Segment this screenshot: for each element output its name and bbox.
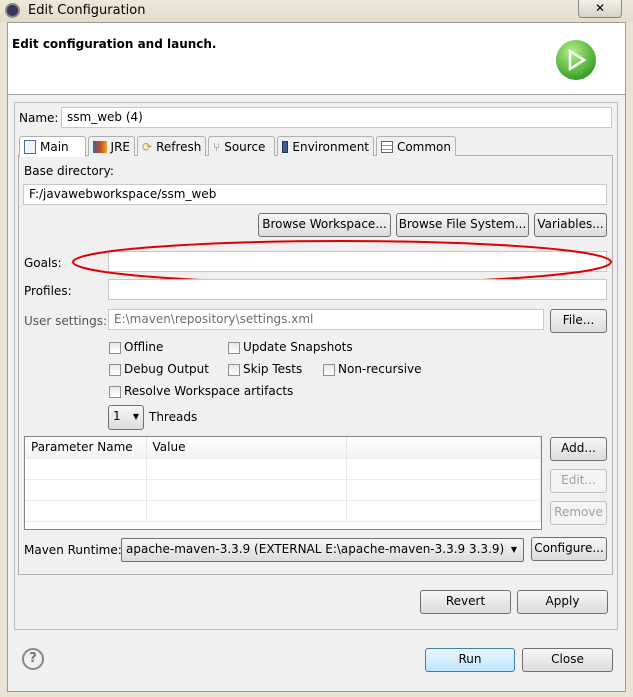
table-row bbox=[25, 500, 541, 522]
title-bar: Edit Configuration ✕ bbox=[0, 0, 633, 22]
variables-button[interactable]: Variables... bbox=[534, 213, 607, 237]
base-directory-label: Base directory: bbox=[24, 164, 114, 178]
threads-dropdown[interactable]: 1 ▼ bbox=[108, 405, 144, 430]
help-icon[interactable]: ? bbox=[22, 648, 44, 670]
maven-runtime-dropdown[interactable]: apache-maven-3.3.9 (EXTERNAL E:\apache-m… bbox=[121, 538, 524, 562]
name-label: Name: bbox=[19, 111, 59, 125]
tab-main[interactable]: Main bbox=[19, 136, 86, 157]
user-settings-input[interactable]: E:\maven\repository\settings.xml bbox=[108, 309, 544, 330]
run-launch-icon bbox=[556, 40, 596, 80]
tab-environment[interactable]: Environment bbox=[277, 136, 374, 156]
user-settings-label: User settings: bbox=[24, 314, 108, 328]
apply-button[interactable]: Apply bbox=[517, 590, 608, 614]
edit-parameter-button[interactable]: Edit... bbox=[550, 469, 607, 493]
close-button[interactable]: Close bbox=[522, 648, 613, 672]
eclipse-icon bbox=[5, 3, 20, 18]
environment-icon bbox=[282, 140, 289, 153]
resolve-workspace-checkbox[interactable] bbox=[109, 386, 121, 398]
resolve-workspace-label: Resolve Workspace artifacts bbox=[124, 384, 294, 398]
window-title: Edit Configuration bbox=[28, 3, 146, 18]
books-icon bbox=[93, 140, 107, 153]
update-snapshots-checkbox[interactable] bbox=[228, 342, 240, 354]
remove-parameter-button[interactable]: Remove bbox=[550, 501, 607, 525]
configure-button[interactable]: Configure... bbox=[531, 537, 607, 561]
skip-tests-checkbox[interactable] bbox=[228, 364, 240, 376]
table-row bbox=[25, 479, 541, 501]
profiles-input[interactable] bbox=[108, 279, 607, 300]
threads-label: Threads bbox=[149, 410, 198, 424]
column-header-empty bbox=[346, 437, 541, 459]
source-icon: ⑂ bbox=[213, 139, 221, 154]
update-snapshots-label: Update Snapshots bbox=[243, 340, 353, 354]
run-button[interactable]: Run bbox=[425, 648, 515, 672]
document-icon bbox=[24, 140, 36, 154]
skip-tests-label: Skip Tests bbox=[243, 362, 303, 376]
debug-output-checkbox[interactable] bbox=[109, 364, 121, 376]
browse-workspace-button[interactable]: Browse Workspace... bbox=[258, 213, 391, 237]
column-header-value[interactable]: Value bbox=[146, 437, 347, 459]
close-window-button[interactable]: ✕ bbox=[578, 0, 622, 18]
name-input[interactable]: ssm_web (4) bbox=[61, 107, 612, 128]
goals-label: Goals: bbox=[24, 256, 62, 270]
offline-checkbox[interactable] bbox=[109, 342, 121, 354]
debug-output-label: Debug Output bbox=[124, 362, 209, 376]
column-header-parameter-name[interactable]: Parameter Name bbox=[25, 437, 147, 459]
header-message: Edit configuration and launch. bbox=[12, 37, 217, 51]
chevron-down-icon: ▼ bbox=[510, 545, 517, 554]
maven-runtime-label: Maven Runtime: bbox=[24, 543, 122, 557]
tab-jre[interactable]: JRE bbox=[88, 136, 135, 156]
table-header-row: Parameter Name Value bbox=[25, 437, 541, 459]
table-icon bbox=[381, 140, 393, 153]
dialog-header: Edit configuration and launch. bbox=[8, 23, 625, 95]
tab-common[interactable]: Common bbox=[376, 136, 456, 156]
tab-source[interactable]: ⑂ Source bbox=[208, 136, 275, 156]
profiles-label: Profiles: bbox=[24, 284, 72, 298]
parameters-table[interactable]: Parameter Name Value bbox=[24, 436, 542, 530]
non-recursive-label: Non-recursive bbox=[338, 362, 422, 376]
file-button[interactable]: File... bbox=[550, 309, 607, 333]
tab-refresh[interactable]: ⟳ Refresh bbox=[137, 136, 206, 156]
chevron-down-icon: ▼ bbox=[132, 412, 139, 421]
base-directory-input[interactable]: F:/javawebworkspace/ssm_web bbox=[23, 184, 607, 205]
table-row bbox=[25, 458, 541, 480]
browse-file-system-button[interactable]: Browse File System... bbox=[396, 213, 529, 237]
offline-label: Offline bbox=[124, 340, 164, 354]
revert-button[interactable]: Revert bbox=[420, 590, 511, 614]
add-parameter-button[interactable]: Add... bbox=[550, 437, 607, 461]
refresh-icon: ⟳ bbox=[142, 139, 153, 154]
non-recursive-checkbox[interactable] bbox=[323, 364, 335, 376]
